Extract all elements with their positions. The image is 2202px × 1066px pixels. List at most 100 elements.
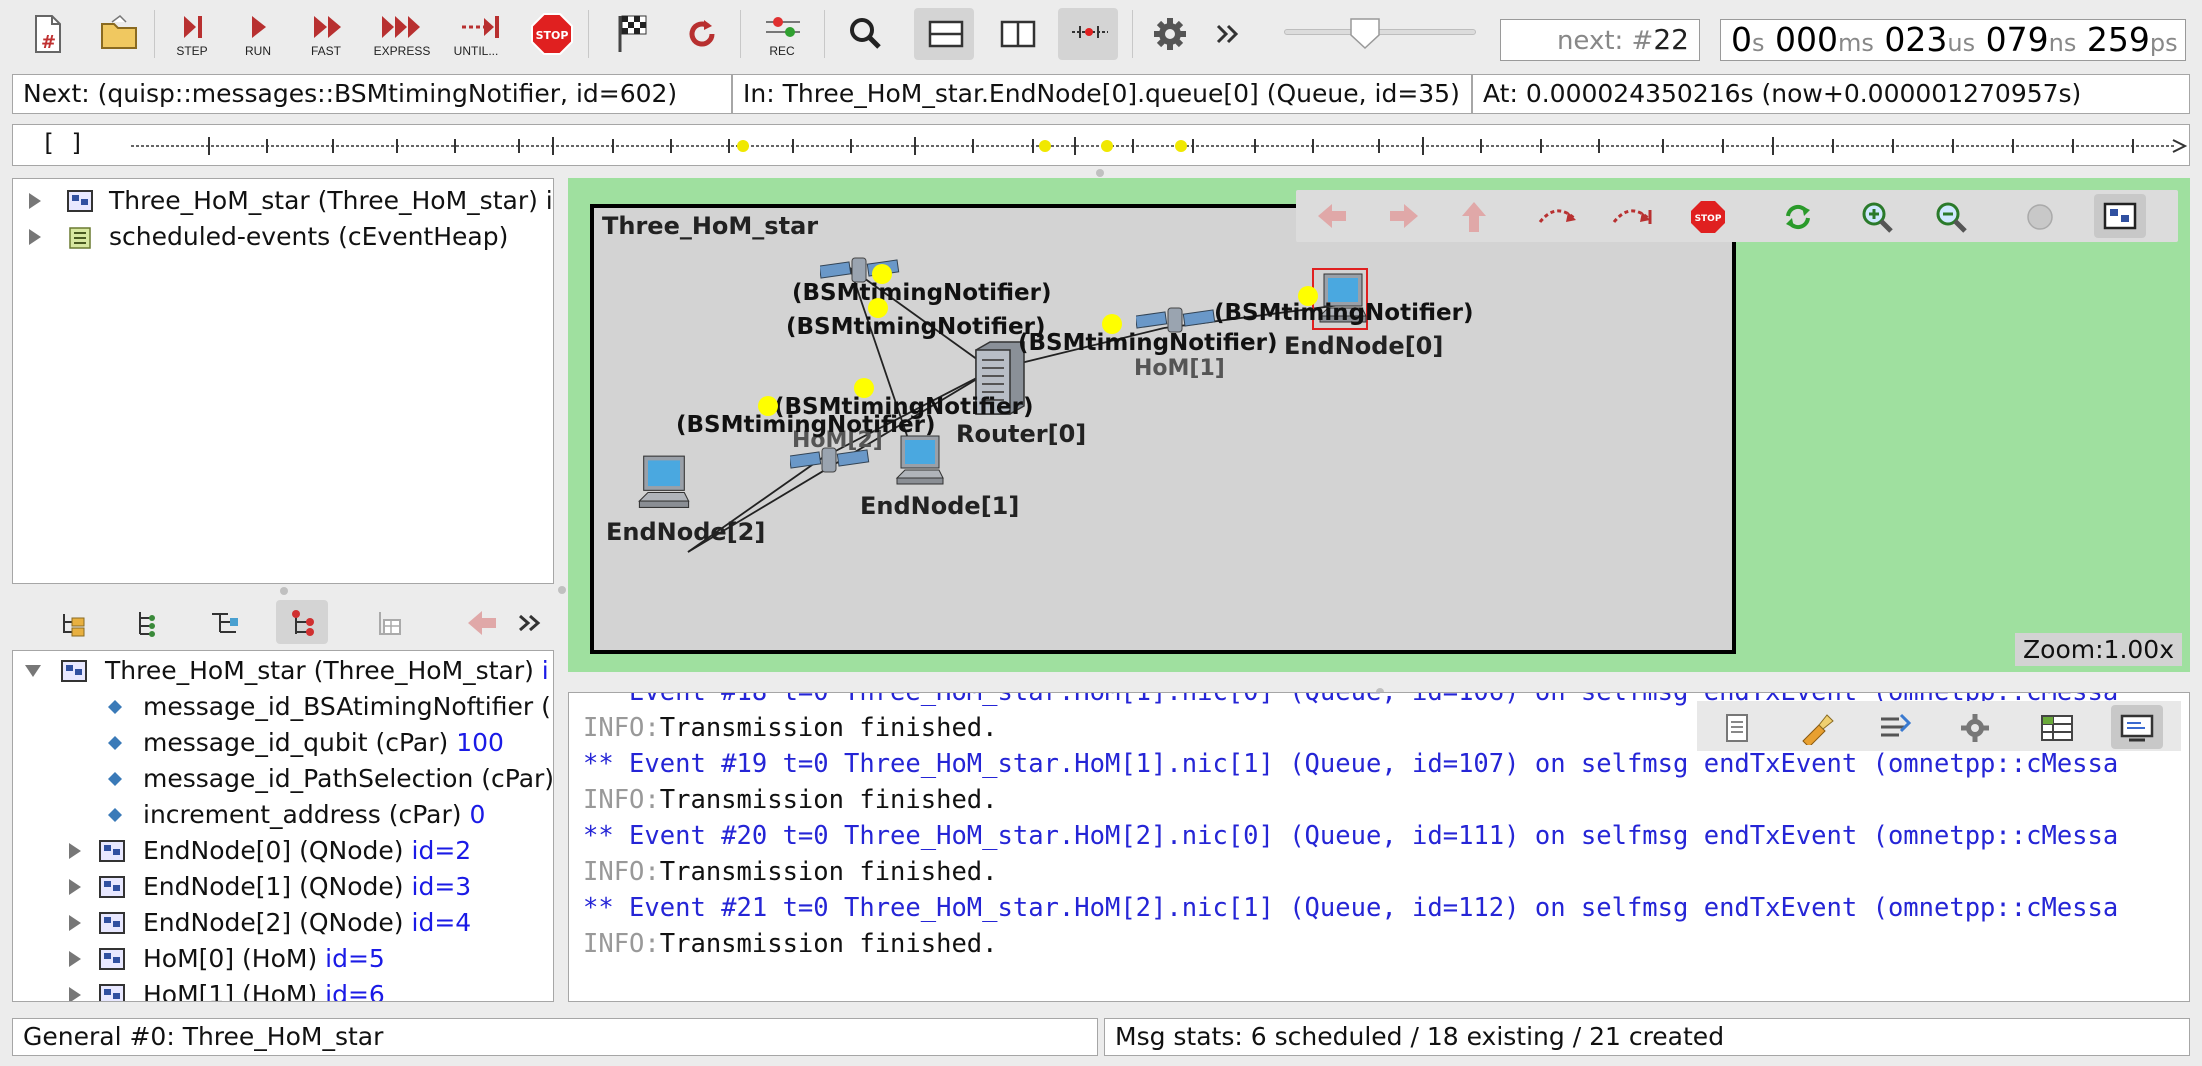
timeline-axis (131, 137, 2188, 155)
submodule-item[interactable]: EndNode[1] (QNode) id=3 (13, 869, 553, 905)
back-button[interactable] (456, 600, 508, 644)
parameter-item[interactable]: message_id_qubit (cPar) 100 (13, 725, 553, 761)
tree-children-icon (63, 614, 85, 637)
go-to-parent-button[interactable] (1448, 194, 1500, 238)
log-view-button[interactable] (2111, 705, 2163, 749)
timeline-sash[interactable] (1096, 169, 1104, 177)
time-s: 0 (1731, 20, 1752, 59)
log-toolbar (1697, 701, 2181, 751)
network-compound-module[interactable]: Three_HoM_star Router[0] EndNode[0] EndN… (590, 204, 1736, 654)
expand-arrow-icon[interactable] (69, 879, 81, 895)
submodule-item[interactable]: HoM[0] (HoM) id=5 (13, 941, 553, 977)
more-tools-button[interactable] (1210, 8, 1250, 60)
preferences-button[interactable] (1138, 8, 1198, 60)
filter-log-button[interactable] (1869, 705, 1921, 749)
object-inspector-tree: Three_HoM_star (Three_HoM_star) i messag… (12, 650, 554, 1002)
event-timeline[interactable]: [ ] (12, 124, 2190, 166)
split-vertical-icon (1000, 20, 1036, 48)
until-button[interactable]: UNTIL... (446, 8, 506, 60)
submodule-item[interactable]: EndNode[2] (QNode) id=4 (13, 905, 553, 941)
parameter-item[interactable]: message_id_BSAtimingNoftifier ( (13, 689, 553, 725)
inheritance-mode-button[interactable] (198, 600, 250, 644)
relayout-button[interactable] (1532, 194, 1584, 238)
endnode1-label: EndNode[1] (860, 492, 1020, 520)
stop-button[interactable]: STOP (518, 8, 578, 60)
arrow-right-icon (1390, 204, 1418, 228)
submodule-item[interactable]: EndNode[0] (QNode) id=2 (13, 833, 553, 869)
expand-arrow-icon[interactable] (69, 951, 81, 967)
flashlight-icon (1802, 714, 1834, 745)
collapse-arrow-icon[interactable] (25, 665, 41, 677)
parameter-item[interactable]: message_id_PathSelection (cPar) (13, 761, 553, 797)
filter-lines-icon (1881, 713, 1912, 737)
speed-slider-thumb[interactable] (1348, 16, 1382, 50)
chevron-double-right-icon (519, 614, 541, 632)
tree-item-scheduled-events[interactable]: scheduled-events (cEventHeap) (13, 219, 553, 255)
forward-button[interactable] (1378, 194, 1430, 238)
record-button[interactable]: REC (752, 8, 812, 60)
new-run-button[interactable]: # (16, 8, 76, 60)
zoom-out-button[interactable] (1926, 194, 1978, 238)
express-button[interactable]: EXPRESS (372, 8, 432, 60)
vertical-sash[interactable] (558, 586, 566, 594)
network-canvas[interactable]: Three_HoM_star Router[0] EndNode[0] EndN… (568, 178, 2190, 672)
rebuild-button[interactable] (670, 8, 730, 60)
checkered-flag-icon (618, 15, 647, 52)
monitor-icon (2120, 714, 2154, 742)
express-icon (382, 16, 420, 38)
split-horizontal-icon (928, 20, 964, 48)
zoom-in-button[interactable] (1852, 194, 1904, 238)
find-in-log-button[interactable] (1791, 705, 1843, 749)
computer-icon[interactable] (894, 434, 946, 492)
status-msg-stats: Msg stats: 6 scheduled / 18 existing / 2… (1104, 1018, 2190, 1056)
tree-item-network[interactable]: Three_HoM_star (Three_HoM_star) i (13, 183, 553, 219)
table-mode-button[interactable] (362, 600, 414, 644)
run-button[interactable]: RUN (228, 8, 288, 60)
more-inspector-tools-button[interactable] (512, 600, 552, 644)
expand-arrow-icon[interactable] (29, 229, 41, 245)
animate-relayout-button[interactable] (1606, 194, 1658, 238)
back-button[interactable] (1306, 194, 1358, 238)
fast-button[interactable]: FAST (296, 8, 356, 60)
inspector-root-item[interactable]: Three_HoM_star (Three_HoM_star) i (13, 653, 553, 689)
expand-arrow-icon[interactable] (69, 915, 81, 931)
table-view-icon (379, 612, 401, 635)
children-mode-button[interactable] (46, 600, 98, 644)
display-mode-button[interactable] (2094, 194, 2146, 238)
left-pane-sash[interactable] (280, 587, 288, 595)
compound-module-icon (99, 876, 125, 898)
time-ms: 000 (1775, 20, 1839, 59)
find-button[interactable] (834, 8, 894, 60)
log-settings-button[interactable] (1949, 705, 2001, 749)
grouped-mode-button[interactable] (120, 600, 172, 644)
next-event-number: 22 (1653, 23, 1689, 56)
time-us: 023 (1884, 20, 1948, 59)
expand-arrow-icon[interactable] (29, 193, 41, 209)
parameter-item[interactable]: increment_address (cPar) 0 (13, 797, 553, 833)
refresh-button[interactable] (1772, 194, 1824, 238)
copy-log-button[interactable] (1711, 705, 1763, 749)
svg-text:STOP: STOP (536, 29, 569, 42)
endnode0-label: EndNode[0] (1284, 332, 1444, 360)
layers-button[interactable] (2014, 194, 2066, 238)
arrow-left-icon (1318, 204, 1346, 228)
computer-icon[interactable] (636, 454, 692, 516)
fast-label: FAST (310, 44, 341, 58)
step-button[interactable]: STEP (162, 8, 222, 60)
event-heap-icon (69, 227, 91, 249)
load-button[interactable] (86, 8, 146, 60)
submodule-item[interactable]: HoM[1] (HoM) id=6 (13, 977, 553, 1001)
horizontal-layout-button[interactable] (914, 8, 974, 60)
new-run-icon: # (35, 15, 61, 53)
timeline-toggle-button[interactable] (1058, 8, 1118, 60)
expand-arrow-icon[interactable] (69, 843, 81, 859)
status-run-info: General #0: Three_HoM_star (12, 1018, 1098, 1056)
flat-mode-button[interactable] (276, 600, 328, 644)
vertical-layout-button[interactable] (986, 8, 1046, 60)
stop-animation-button[interactable]: STOP (1682, 194, 1734, 238)
finish-button[interactable] (600, 8, 660, 60)
messages-view-button[interactable] (2031, 705, 2083, 749)
folder-icon (101, 15, 137, 49)
expand-arrow-icon[interactable] (69, 987, 81, 1001)
event-log[interactable]: ** Event #18 t=0 Three_HoM_star.HoM[1].n… (568, 692, 2190, 1002)
